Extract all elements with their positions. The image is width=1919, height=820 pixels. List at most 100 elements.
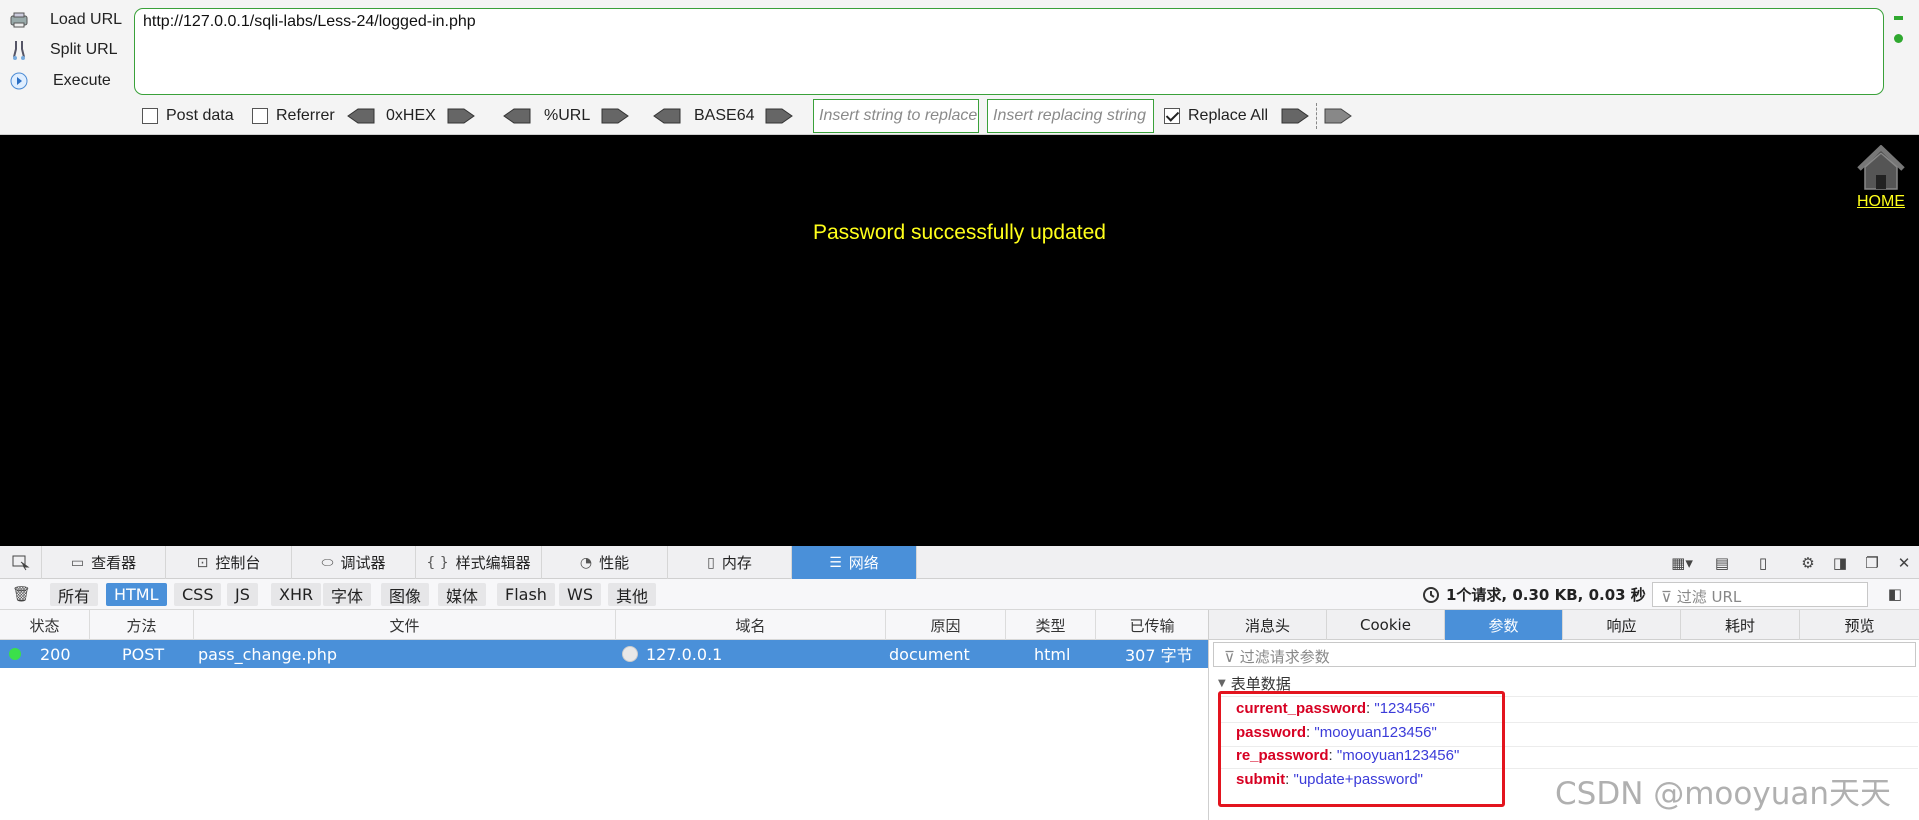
table-row[interactable]: 200 POST pass_change.php 127.0.0.1 docum… (0, 640, 1208, 668)
filter-media[interactable]: 媒体 (438, 583, 487, 606)
load-url-icon (8, 9, 30, 31)
url-filter-input[interactable]: ⊽ 过滤 URL (1652, 582, 1868, 607)
column-type[interactable]: 类型 (1006, 610, 1096, 640)
tab-debugger[interactable]: ⬭ 调试器 (292, 546, 416, 579)
replace-all-checkbox[interactable] (1164, 108, 1180, 124)
dock-side-icon[interactable]: ◨ (1831, 554, 1849, 572)
tab-cookie[interactable]: Cookie (1327, 610, 1445, 640)
tab-style-editor[interactable]: { } 样式编辑器 (416, 546, 542, 579)
tab-performance[interactable]: ◔ 性能 (542, 546, 668, 579)
split-url-button[interactable]: Split URL (8, 36, 118, 64)
filter-js[interactable]: JS (227, 583, 258, 606)
replace-all-toggle[interactable]: Replace All (1164, 100, 1268, 132)
url-box-scroll[interactable] (1892, 12, 1906, 52)
layout-menu-icon[interactable]: ▦▾ (1668, 554, 1696, 572)
load-url-label: Load URL (50, 11, 123, 28)
collapse-icon (1894, 16, 1903, 20)
twisty-down-icon: ▼ (1218, 678, 1226, 689)
tab-performance-label: 性能 (599, 554, 630, 572)
tab-console[interactable]: ⊡ 控制台 (166, 546, 292, 579)
replace-string-placeholder: Insert string to replace (819, 107, 978, 124)
tab-style-editor-label: 样式编辑器 (455, 554, 531, 572)
home-icon[interactable] (1855, 144, 1907, 191)
url-decode-arrow-icon[interactable] (502, 107, 532, 125)
responsive-mode-icon[interactable]: ▯ (1754, 554, 1772, 572)
url-text: http://127.0.0.1/sqli-labs/Less-24/logge… (143, 13, 476, 30)
filter-fonts[interactable]: 字体 (323, 583, 372, 606)
settings-gear-icon[interactable]: ⚙ (1799, 554, 1817, 572)
base64-label: BASE64 (694, 107, 755, 124)
tab-memory-label: 内存 (721, 554, 752, 572)
scratchpad-icon[interactable]: ▤ (1713, 554, 1731, 572)
base64-decode-arrow-icon[interactable] (652, 107, 682, 125)
request-list-empty-area (0, 668, 1208, 820)
watermark: CSDN @mooyuan天天 (1555, 776, 1892, 812)
tab-timings[interactable]: 耗时 (1681, 610, 1800, 640)
filter-html[interactable]: HTML (106, 583, 167, 606)
post-data-checkbox[interactable] (142, 108, 158, 124)
referrer-toggle[interactable]: Referrer (252, 100, 335, 132)
tab-inspector[interactable]: ▭ 查看器 (42, 546, 166, 579)
console-icon: ⊡ (196, 554, 209, 571)
filter-other[interactable]: 其他 (608, 583, 657, 606)
filter-all[interactable]: 所有 (50, 583, 99, 606)
request-domain: 127.0.0.1 (622, 640, 722, 668)
filter-flash[interactable]: Flash (497, 583, 555, 606)
undock-window-icon[interactable]: ❐ (1863, 554, 1881, 572)
column-status[interactable]: 状态 (0, 610, 90, 640)
details-tabbar: 消息头 Cookie 参数 响应 耗时 预览 (1209, 610, 1919, 640)
tab-response[interactable]: 响应 (1563, 610, 1681, 640)
filter-images[interactable]: 图像 (381, 583, 430, 606)
clear-requests-trash-icon[interactable]: 🗑 (12, 585, 31, 603)
tab-network-label: 网络 (848, 554, 879, 572)
execute-label: Execute (53, 72, 111, 89)
load-url-button[interactable]: Load URL (8, 6, 122, 34)
column-file[interactable]: 文件 (194, 610, 616, 640)
close-devtools-icon[interactable]: ✕ (1895, 554, 1913, 572)
column-transferred[interactable]: 已传输 (1096, 610, 1208, 640)
execute-icon (8, 70, 30, 92)
home-link[interactable]: HOME (1852, 193, 1910, 211)
url-encode-arrow-icon[interactable] (600, 107, 630, 125)
hex-decode-arrow-icon[interactable] (346, 107, 376, 125)
param-filter-input[interactable]: ⊽ 过滤请求参数 (1213, 642, 1916, 667)
post-data-toggle[interactable]: Post data (142, 100, 234, 132)
filter-funnel-icon: ⊽ (1661, 588, 1677, 606)
filter-ws[interactable]: WS (559, 583, 601, 606)
replace-run-arrow-icon[interactable] (1280, 107, 1310, 125)
request-file: pass_change.php (198, 644, 338, 664)
tab-memory[interactable]: ▯ 内存 (668, 546, 792, 579)
hex-encode-arrow-icon[interactable] (446, 107, 476, 125)
column-cause[interactable]: 原因 (886, 610, 1006, 640)
urlenc-encoder: %URL (502, 100, 630, 132)
column-method[interactable]: 方法 (90, 610, 194, 640)
filter-css[interactable]: CSS (174, 583, 222, 606)
replace-next-arrow-icon[interactable] (1323, 107, 1353, 125)
request-type: html (1034, 644, 1071, 664)
column-domain[interactable]: 域名 (616, 610, 886, 640)
tab-params[interactable]: 参数 (1445, 610, 1563, 640)
request-method: POST (122, 644, 165, 664)
split-url-icon (8, 39, 30, 61)
request-transferred: 307 字节 (1125, 646, 1193, 665)
replace-string-input[interactable]: Insert string to replace (813, 99, 979, 133)
highlight-annotation-box (1218, 691, 1505, 807)
request-table-header: 状态 方法 文件 域名 原因 类型 已传输 (0, 610, 1208, 640)
pick-element-button[interactable] (0, 546, 42, 579)
tab-preview[interactable]: 预览 (1800, 610, 1919, 640)
tab-network[interactable]: ☰ 网络 (792, 546, 917, 579)
filter-xhr[interactable]: XHR (271, 583, 322, 606)
referrer-checkbox[interactable] (252, 108, 268, 124)
replace-all-label: Replace All (1188, 107, 1269, 124)
replacing-string-input[interactable]: Insert replacing string (987, 99, 1154, 133)
base64-encode-arrow-icon[interactable] (764, 107, 794, 125)
toggle-sidebar-icon[interactable]: ◧ (1886, 585, 1904, 603)
param-funnel-icon: ⊽ (1224, 648, 1240, 666)
panel-splitter[interactable] (1208, 610, 1209, 820)
execute-button[interactable]: Execute (8, 67, 111, 95)
tab-headers[interactable]: 消息头 (1209, 610, 1327, 640)
hex-label: 0xHEX (386, 107, 436, 124)
home-link-group[interactable]: HOME (1852, 144, 1910, 211)
url-textarea[interactable]: http://127.0.0.1/sqli-labs/Less-24/logge… (134, 8, 1884, 95)
reload-timer-icon[interactable] (1422, 586, 1440, 604)
